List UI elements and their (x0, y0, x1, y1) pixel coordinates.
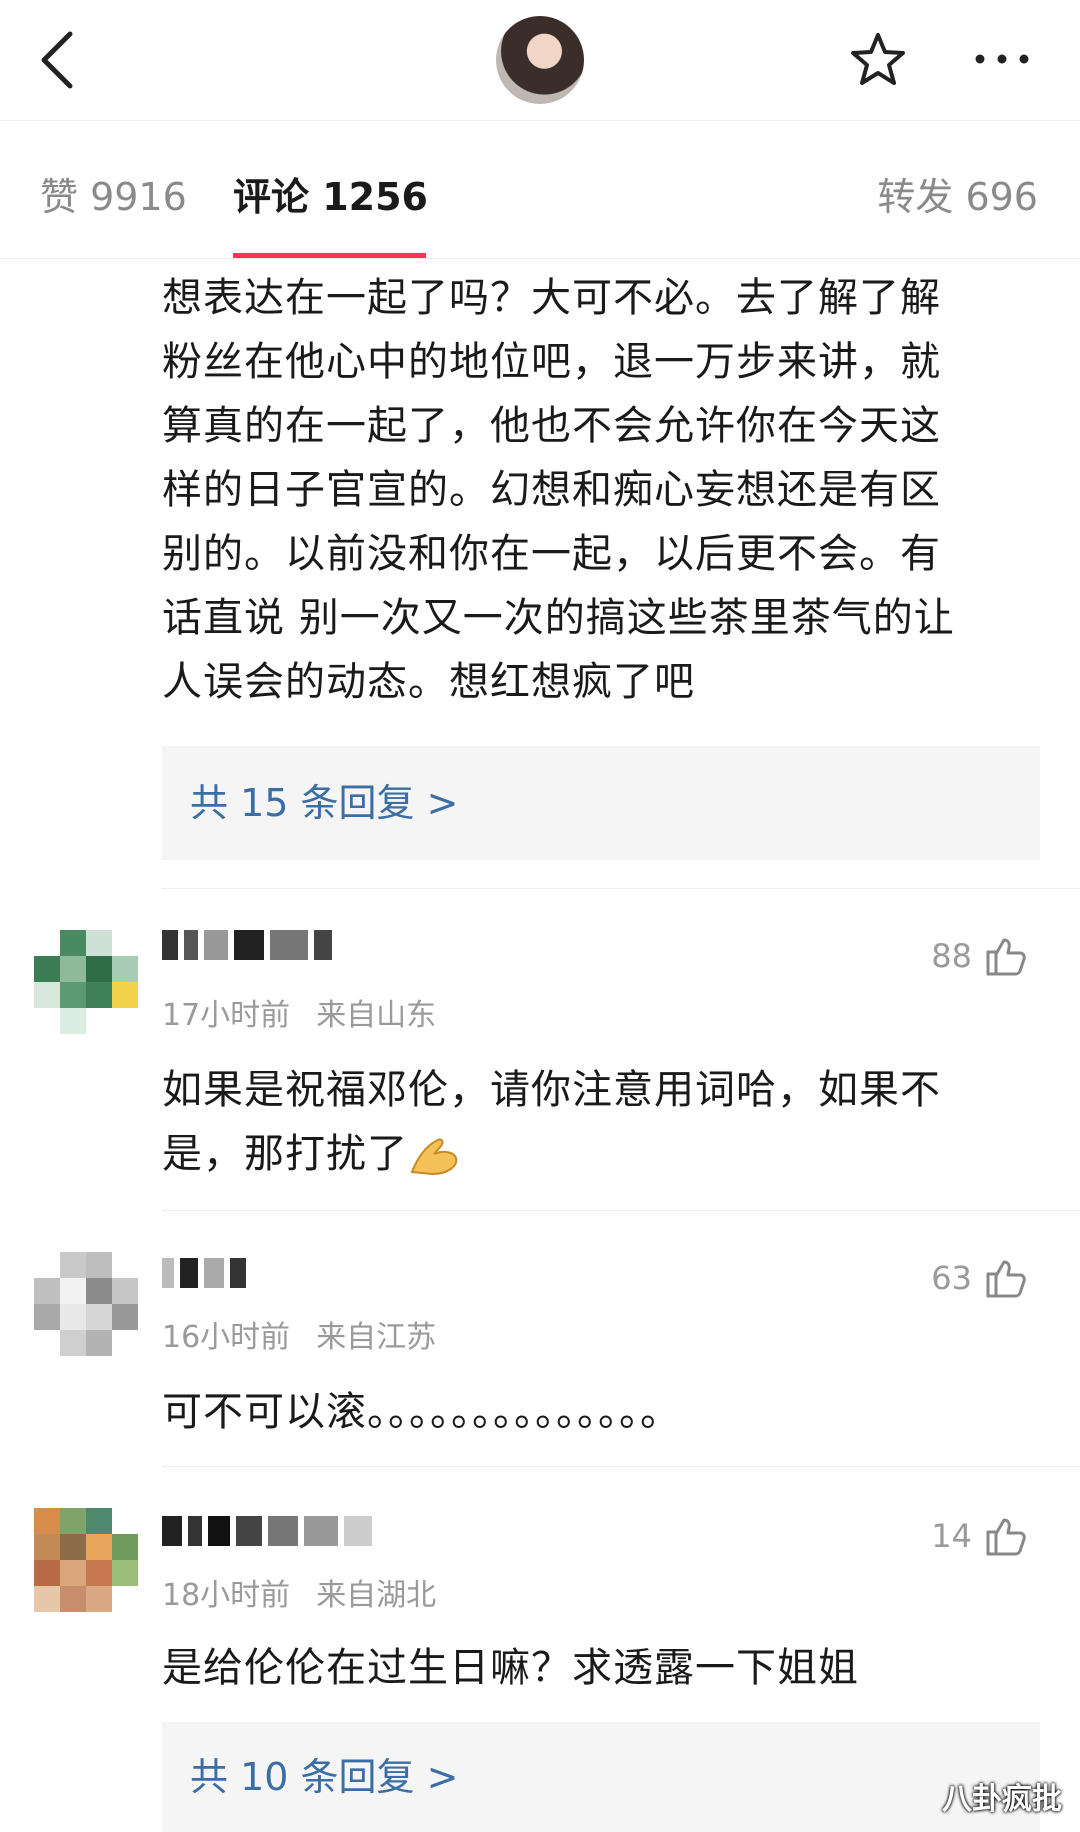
watermark: 八卦疯批 (942, 1782, 1062, 1817)
chevron-left-icon[interactable] (36, 28, 80, 92)
comment-meta: 16小时前 来自江苏 (162, 1312, 436, 1356)
avatar[interactable] (34, 930, 138, 1034)
like-count: 14 (931, 1517, 972, 1555)
comment-time: 17小时前 (162, 998, 291, 1033)
comment-line: 是给伦伦在过生日嘛？求透露一下姐姐 (162, 1645, 859, 1691)
comment-line: 人误会的动态。想红想疯了吧 (162, 659, 695, 705)
comment-line: 别的。以前没和你在一起，以后更不会。有 (162, 531, 941, 577)
comment-line-text: 是，那打扰了 (162, 1131, 408, 1177)
comment-text: 是给伦伦在过生日嘛？求透露一下姐姐 (162, 1636, 859, 1700)
comment-text: 可不可以滚。。。。。。。。。。。。。。 (162, 1380, 681, 1444)
comment-line: 话直说 别一次又一次的搞这些茶里茶气的让 (162, 595, 955, 641)
tab-bar: 赞 9916 评论 1256 转发 696 (0, 120, 1080, 259)
view-replies-button[interactable]: 共 15 条回复 > (162, 746, 1040, 860)
thumbs-up-icon (986, 1518, 1026, 1556)
more-dots-icon[interactable] (972, 44, 1032, 74)
comment-location: 来自山东 (316, 998, 437, 1033)
comment-line: 如果是祝福邓伦，请你注意用词哈，如果不 (162, 1067, 941, 1113)
comment-text: 想表达在一起了吗？大可不必。去了解了解 粉丝在他心中的地位吧，退一万步来讲，就 … (162, 266, 955, 714)
thumbs-up-icon (986, 1260, 1026, 1298)
comment-location: 来自江苏 (316, 1320, 437, 1355)
comment-time: 18小时前 (162, 1578, 291, 1613)
star-outline-icon[interactable] (848, 30, 908, 90)
username-redacted[interactable] (162, 1258, 252, 1298)
divider (162, 1466, 1080, 1467)
comment-line: 想表达在一起了吗？大可不必。去了解了解 (162, 275, 941, 321)
comment-line: 是，那打扰了 (162, 1122, 941, 1186)
comment-meta: 17小时前 来自山东 (162, 990, 436, 1034)
divider (162, 1210, 1080, 1211)
comment-meta: 18小时前 来自湖北 (162, 1570, 436, 1614)
comment-line: 可不可以滚。。。。。。。。。。。。。。 (162, 1389, 681, 1435)
like-count: 88 (931, 937, 972, 975)
tab-reposts[interactable]: 转发 696 (877, 166, 1038, 221)
comment-line: 样的日子官宣的。幻想和痴心妄想还是有区 (162, 467, 941, 513)
avatar[interactable] (34, 1508, 138, 1612)
avatar[interactable] (34, 1252, 138, 1356)
like-count: 63 (931, 1259, 972, 1297)
like-button[interactable]: 63 (931, 1256, 1028, 1300)
comment-line: 算真的在一起了，他也不会允许你在今天这 (162, 403, 941, 449)
tab-comments[interactable]: 评论 1256 (233, 166, 428, 221)
username-redacted[interactable] (162, 1516, 378, 1556)
thumbs-up-icon (986, 938, 1026, 976)
like-button[interactable]: 14 (931, 1514, 1028, 1558)
comment-text: 如果是祝福邓伦，请你注意用词哈，如果不 是，那打扰了 (162, 1058, 941, 1186)
top-bar (0, 0, 1080, 121)
tab-likes[interactable]: 赞 9916 (40, 166, 187, 221)
comment-location: 来自湖北 (316, 1578, 437, 1613)
view-replies-button[interactable]: 共 10 条回复 > (162, 1722, 1040, 1832)
divider (162, 888, 1080, 889)
like-button[interactable]: 88 (931, 934, 1028, 978)
active-tab-indicator (233, 253, 426, 258)
author-avatar[interactable] (496, 16, 584, 104)
comment-time: 16小时前 (162, 1320, 291, 1355)
comment-line: 粉丝在他心中的地位吧，退一万步来讲，就 (162, 339, 941, 385)
hands-together-emoji (410, 1138, 458, 1176)
username-redacted[interactable] (162, 930, 338, 970)
